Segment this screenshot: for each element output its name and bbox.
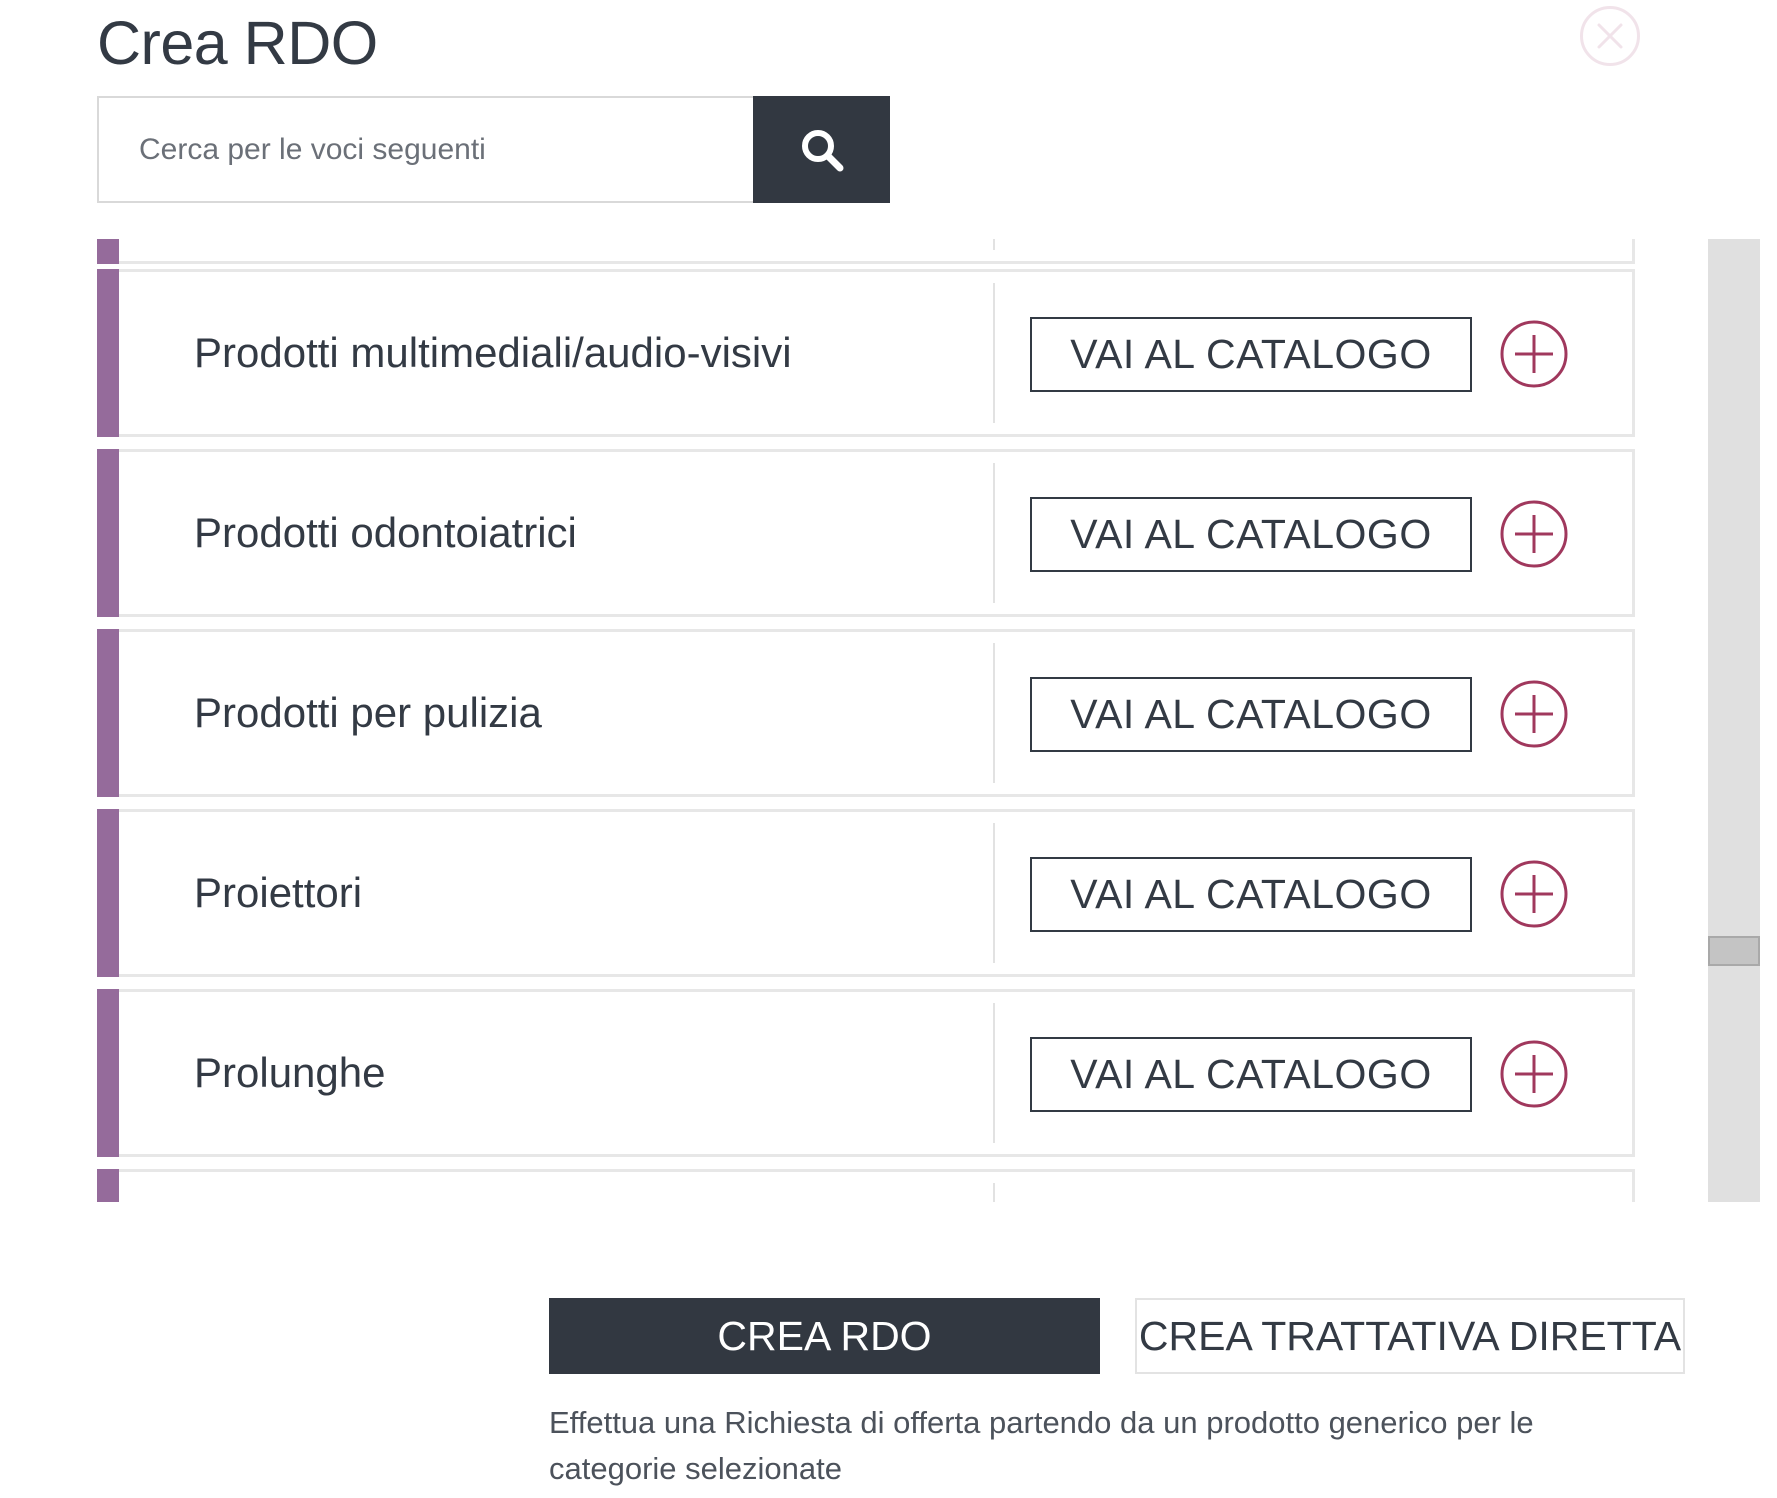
category-label: Prodotti odontoiatrici bbox=[194, 509, 577, 556]
plus-circle-icon bbox=[1500, 320, 1568, 388]
add-category-button[interactable] bbox=[1499, 319, 1569, 389]
list-item: Prolunghe VAI AL CATALOGO bbox=[97, 989, 1635, 1157]
go-to-catalog-button[interactable]: VAI AL CATALOGO bbox=[1030, 857, 1472, 932]
add-category-button[interactable] bbox=[1499, 679, 1569, 749]
search-button[interactable] bbox=[753, 96, 890, 203]
list-item: Proiettori VAI AL CATALOGO bbox=[97, 809, 1635, 977]
category-label: Prodotti per pulizia bbox=[194, 689, 542, 736]
crea-rdo-dialog: Crea RDO Prodotti multimediali/audio-vis… bbox=[0, 0, 1777, 1498]
create-rdo-description: Effettua una Richiesta di offerta parten… bbox=[549, 1405, 1534, 1486]
plus-circle-icon bbox=[1500, 860, 1568, 928]
row-accent bbox=[97, 989, 119, 1157]
row-divider bbox=[993, 239, 995, 250]
list-item: Prodotti multimediali/audio-visivi VAI A… bbox=[97, 269, 1635, 437]
plus-circle-icon bbox=[1500, 500, 1568, 568]
list-item: Prodotti odontoiatrici VAI AL CATALOGO bbox=[97, 449, 1635, 617]
plus-circle-icon bbox=[1500, 680, 1568, 748]
plus-circle-icon bbox=[1500, 1040, 1568, 1108]
row-divider bbox=[993, 283, 995, 423]
list-item: Prodotti per pulizia VAI AL CATALOGO bbox=[97, 629, 1635, 797]
dialog-title: Crea RDO bbox=[97, 9, 378, 77]
create-direct-negotiation-button[interactable]: CREA TRATTATIVA DIRETTA bbox=[1135, 1298, 1685, 1374]
category-label: Prolunghe bbox=[194, 1049, 386, 1096]
go-to-catalog-button[interactable]: VAI AL CATALOGO bbox=[1030, 317, 1472, 392]
category-list[interactable]: Prodotti multimediali/audio-visivi VAI A… bbox=[97, 239, 1635, 1202]
row-accent bbox=[97, 269, 119, 437]
row-divider bbox=[993, 1183, 995, 1202]
row-divider bbox=[993, 463, 995, 603]
row-accent bbox=[97, 1169, 119, 1202]
close-button[interactable] bbox=[1580, 6, 1640, 66]
create-rdo-button[interactable]: CREA RDO bbox=[549, 1298, 1100, 1374]
close-icon bbox=[1597, 23, 1623, 49]
row-divider bbox=[993, 823, 995, 963]
go-to-catalog-button[interactable]: VAI AL CATALOGO bbox=[1030, 497, 1472, 572]
search-bar bbox=[97, 96, 890, 203]
search-icon bbox=[801, 129, 843, 171]
search-input[interactable] bbox=[97, 96, 753, 203]
add-category-button[interactable] bbox=[1499, 859, 1569, 929]
row-divider bbox=[993, 643, 995, 783]
row-accent bbox=[97, 629, 119, 797]
scrollbar-thumb[interactable] bbox=[1708, 936, 1760, 966]
list-item-partial-top bbox=[97, 239, 1635, 264]
go-to-catalog-button[interactable]: VAI AL CATALOGO bbox=[1030, 1037, 1472, 1112]
list-scrollbar[interactable] bbox=[1708, 239, 1760, 1202]
list-item-partial-bottom bbox=[97, 1169, 1635, 1202]
row-divider bbox=[993, 1003, 995, 1143]
row-accent bbox=[97, 239, 119, 264]
row-accent bbox=[97, 809, 119, 977]
go-to-catalog-button[interactable]: VAI AL CATALOGO bbox=[1030, 677, 1472, 752]
category-label: Proiettori bbox=[194, 869, 363, 916]
add-category-button[interactable] bbox=[1499, 1039, 1569, 1109]
add-category-button[interactable] bbox=[1499, 499, 1569, 569]
row-accent bbox=[97, 449, 119, 617]
category-label: Prodotti multimediali/audio-visivi bbox=[194, 329, 792, 376]
